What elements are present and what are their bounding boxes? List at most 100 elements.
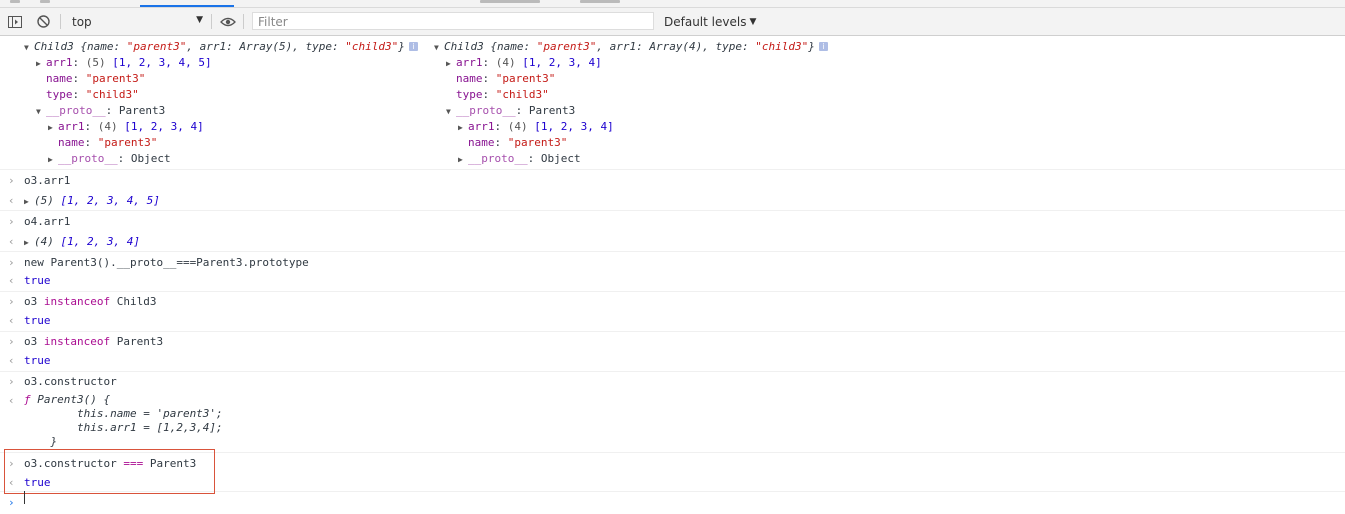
toolbar-separator	[211, 14, 212, 29]
array-values: [1, 2, 3, 4]	[534, 120, 614, 133]
collapsed-triangle-icon[interactable]: ▶	[24, 235, 34, 251]
property-proto[interactable]: ▼ __proto__: Parent3	[446, 103, 575, 120]
input-prompt-icon: ›	[8, 174, 15, 187]
input-prompt-icon: ›	[8, 256, 15, 269]
expanded-triangle-icon[interactable]: ▼	[446, 104, 456, 120]
console-entry: › o3 instanceof Parent3 ‹ true	[0, 332, 1345, 372]
array-count: (4)	[507, 120, 528, 133]
expanded-triangle-icon[interactable]: ▼	[24, 40, 34, 56]
code-token: o3	[24, 335, 44, 348]
info-icon[interactable]: i	[408, 42, 418, 51]
property-key: name	[456, 72, 483, 85]
log-levels-dropdown[interactable]: Default levels ▼	[664, 8, 756, 35]
property-value: Parent3	[118, 104, 166, 117]
context-selector[interactable]: top ▼	[64, 8, 207, 35]
input-prompt-icon: ›	[8, 215, 15, 228]
console-output: true	[24, 354, 51, 367]
property-key: __proto__	[58, 152, 118, 165]
property-value: "child3"	[85, 88, 139, 101]
proto-property-arr1[interactable]: ▶ arr1: (4) [1, 2, 3, 4]	[458, 119, 614, 136]
console-output[interactable]: ▶ (5) [1, 2, 3, 4, 5]	[24, 193, 160, 210]
property-value: "parent3"	[507, 136, 568, 149]
array-count: (5)	[34, 194, 54, 207]
property-value: Parent3	[528, 104, 576, 117]
property-arr1[interactable]: ▶ arr1: (5) [1, 2, 3, 4, 5]	[36, 55, 212, 72]
collapsed-triangle-icon[interactable]: ▶	[458, 152, 468, 168]
console-prompt-row[interactable]: ›	[0, 492, 1345, 514]
object-preview-string: "child3"	[755, 40, 809, 53]
console-input-text: new Parent3().__proto__===Parent3.protot…	[24, 256, 309, 269]
devtools-tab-strip	[0, 0, 1345, 8]
collapsed-triangle-icon[interactable]: ▶	[36, 56, 46, 72]
object-preview-string: "parent3"	[536, 40, 597, 53]
proto-property-name: name: "parent3"	[58, 136, 158, 149]
collapsed-triangle-icon[interactable]: ▶	[446, 56, 456, 72]
output-prompt-icon: ‹	[8, 354, 15, 367]
property-proto[interactable]: ▼ __proto__: Parent3	[36, 103, 165, 120]
object-preview-string: "child3"	[345, 40, 399, 53]
property-key: arr1	[58, 120, 85, 133]
console-input-text: o3.constructor	[24, 375, 117, 388]
dropdown-arrow-icon: ▼	[196, 15, 203, 25]
tab-ghost	[40, 0, 50, 3]
output-prompt-icon: ‹	[8, 314, 15, 327]
sidebar-toggle-button[interactable]	[8, 8, 22, 35]
object-preview-string: "parent3"	[126, 40, 187, 53]
tab-ghost	[480, 0, 540, 3]
object-header[interactable]: ▼ Child3 {name: "parent3", arr1: Array(5)…	[24, 39, 418, 56]
array-values: [1, 2, 3, 4, 5]	[112, 56, 212, 69]
property-key: name	[468, 136, 495, 149]
array-values: [1, 2, 3, 4]	[124, 120, 204, 133]
property-value: "parent3"	[85, 72, 146, 85]
property-key: type	[46, 88, 73, 101]
property-key: arr1	[468, 120, 495, 133]
console-output[interactable]: ▶ (4) [1, 2, 3, 4]	[24, 234, 140, 251]
object-header[interactable]: ▼ Child3 {name: "parent3", arr1: Array(4)…	[434, 39, 828, 56]
console-output: true	[24, 274, 51, 287]
object-preview-text: , arr1: Array(4), type:	[596, 40, 756, 53]
code-keyword: instanceof	[43, 295, 111, 308]
tab-console-active-indicator[interactable]	[140, 5, 234, 7]
collapsed-triangle-icon[interactable]: ▶	[458, 120, 468, 136]
function-keyword: ƒ	[24, 393, 31, 406]
console-input-text: o3 instanceof Parent3	[24, 334, 163, 350]
console-entry: › o3.constructor ‹ ƒ Parent3() { this.na…	[0, 372, 1345, 453]
sidebar-icon	[8, 15, 22, 28]
array-count: (4)	[97, 120, 118, 133]
prompt-icon: ›	[8, 496, 15, 509]
expanded-triangle-icon[interactable]: ▼	[36, 104, 46, 120]
tab-ghost	[10, 0, 20, 3]
property-value: Object	[540, 152, 581, 165]
code-line: this.arr1 = [1,2,3,4];	[24, 421, 223, 434]
clear-console-button[interactable]	[37, 8, 50, 35]
array-values: [1, 2, 3, 4]	[522, 56, 602, 69]
property-value: "child3"	[495, 88, 549, 101]
function-source-output[interactable]: ƒ Parent3() { this.name = 'parent3'; thi…	[24, 393, 223, 449]
code-token: o3	[24, 295, 44, 308]
toolbar-separator	[60, 14, 61, 29]
property-arr1[interactable]: ▶ arr1: (4) [1, 2, 3, 4]	[446, 55, 602, 72]
property-key: __proto__	[46, 104, 106, 117]
eye-icon	[220, 17, 236, 26]
log-levels-label: Default levels	[664, 14, 747, 29]
code-keyword: instanceof	[43, 335, 111, 348]
object-preview-text: }	[398, 40, 405, 53]
dropdown-arrow-icon: ▼	[749, 16, 757, 27]
proto-property-proto[interactable]: ▶ __proto__: Object	[48, 151, 171, 168]
expanded-triangle-icon[interactable]: ▼	[434, 40, 444, 56]
proto-property-proto[interactable]: ▶ __proto__: Object	[458, 151, 581, 168]
property-key: name	[58, 136, 85, 149]
code-token: Parent3	[110, 335, 164, 348]
console-input-caret[interactable]	[24, 491, 25, 504]
collapsed-triangle-icon[interactable]: ▶	[24, 194, 34, 210]
filter-input[interactable]: Filter	[252, 12, 654, 30]
collapsed-triangle-icon[interactable]: ▶	[48, 152, 58, 168]
live-expression-button[interactable]	[220, 8, 236, 35]
info-icon[interactable]: i	[818, 42, 828, 51]
collapsed-triangle-icon[interactable]: ▶	[48, 120, 58, 136]
object-preview-text: {name:	[73, 40, 127, 53]
object-preview-text: {name:	[483, 40, 537, 53]
toolbar-separator	[243, 14, 244, 29]
proto-property-arr1[interactable]: ▶ arr1: (4) [1, 2, 3, 4]	[48, 119, 204, 136]
property-value: Object	[130, 152, 171, 165]
